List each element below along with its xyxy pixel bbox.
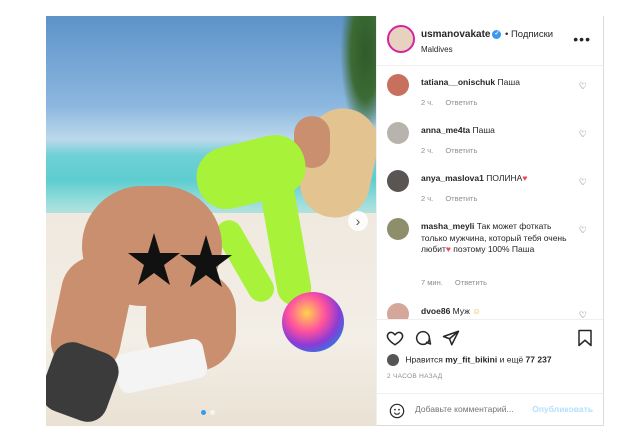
comment-avatar[interactable]: [387, 218, 409, 240]
comment-body: Муж: [452, 306, 470, 316]
reply-button[interactable]: Ответить: [445, 98, 477, 107]
heart-icon[interactable]: ♡: [579, 225, 587, 236]
comment-item: anya_maslova1 ПОЛИНА♥ 2 ч. Ответить ♡: [377, 168, 603, 216]
likes-suffix: и ещё: [499, 354, 524, 365]
comment-username[interactable]: anna_me4ta: [421, 125, 470, 135]
comment-time[interactable]: 2 ч.: [421, 194, 433, 203]
comment-item: tatiana__onischuk Паша 2 ч. Ответить ♡: [377, 72, 603, 120]
comment-meta: 2 ч. Ответить: [421, 98, 487, 107]
verified-icon: ✓: [492, 29, 502, 39]
comment-username[interactable]: tatiana__onischuk: [421, 77, 495, 87]
heart-icon[interactable]: ♡: [579, 310, 587, 319]
comment-avatar[interactable]: [387, 74, 409, 96]
comment-body: Паша: [472, 125, 495, 135]
comment-username[interactable]: dvoe86: [421, 306, 450, 316]
author-username-text[interactable]: usmanovakate: [421, 29, 490, 40]
liker-username[interactable]: my_fit_bikini: [445, 354, 497, 364]
post-details-panel: usmanovakate ✓ • Подписки Maldives ••• ta…: [376, 16, 604, 426]
comment-meta: 2 ч. Ответить: [421, 146, 487, 155]
author-avatar[interactable]: [387, 25, 415, 53]
heart-emoji-icon: ♥: [522, 173, 528, 183]
more-icon[interactable]: •••: [573, 32, 591, 46]
comment-input[interactable]: [415, 404, 535, 414]
comment-text: tatiana__onischuk Паша: [421, 77, 571, 89]
comment-avatar[interactable]: [387, 303, 409, 319]
comment-icon[interactable]: [413, 328, 433, 348]
heart-icon[interactable]: ♡: [579, 81, 587, 92]
follow-status[interactable]: • Подписки: [505, 29, 553, 40]
carousel-dot: [201, 410, 206, 415]
emoji-icon[interactable]: [389, 403, 405, 419]
post-time[interactable]: 2 ЧАСОВ НАЗАД: [387, 373, 442, 380]
post-location[interactable]: Maldives: [421, 45, 453, 54]
author-username[interactable]: usmanovakate ✓: [421, 29, 502, 40]
likes-prefix: Нравится: [405, 354, 443, 365]
comment-time[interactable]: 7 мин.: [421, 278, 443, 287]
reply-button[interactable]: Ответить: [445, 194, 477, 203]
reply-button[interactable]: Ответить: [455, 278, 487, 287]
carousel-dots: [201, 410, 215, 415]
photo-ball: [282, 292, 344, 352]
liker-avatar[interactable]: [387, 354, 399, 366]
comment-text: anya_maslova1 ПОЛИНА♥: [421, 173, 571, 185]
post-header: usmanovakate ✓ • Подписки Maldives •••: [377, 16, 603, 66]
reply-button[interactable]: Ответить: [445, 146, 477, 155]
comment-username[interactable]: masha_meyli: [421, 221, 474, 231]
censor-stars: [128, 233, 232, 287]
add-comment-bar: Опубликовать: [377, 393, 603, 426]
comment-text: dvoe86 Муж ☺: [421, 306, 571, 318]
comment-item: anna_me4ta Паша 2 ч. Ответить ♡: [377, 120, 603, 168]
comments-list[interactable]: tatiana__onischuk Паша 2 ч. Ответить ♡ a…: [377, 67, 603, 319]
chevron-right-icon[interactable]: ›: [348, 211, 368, 231]
comment-time[interactable]: 2 ч.: [421, 98, 433, 107]
comment-username[interactable]: anya_maslova1: [421, 173, 484, 183]
heart-icon[interactable]: ♡: [579, 129, 587, 140]
laugh-emoji-icon: ☺: [472, 306, 481, 316]
bookmark-icon[interactable]: [575, 328, 595, 348]
comment-meta: 2 ч. Ответить: [421, 194, 487, 203]
heart-icon[interactable]: [385, 328, 405, 348]
likes-summary: Нравится my_fit_bikini и ещё 77 237: [387, 354, 552, 366]
comment-text: anna_me4ta Паша: [421, 125, 571, 137]
comment-body: ПОЛИНА: [486, 173, 523, 183]
star-icon: [128, 233, 180, 285]
likes-count[interactable]: 77 237: [526, 354, 552, 364]
post-comment-button[interactable]: Опубликовать: [532, 404, 593, 414]
comment-avatar[interactable]: [387, 122, 409, 144]
heart-icon[interactable]: ♡: [579, 177, 587, 188]
star-icon: [180, 235, 232, 287]
comment-body: Паша: [497, 77, 520, 87]
comment-item: dvoe86 Муж ☺ ♡: [377, 301, 603, 319]
comment-body-cont: поэтому 100% Паша: [450, 244, 535, 254]
share-icon[interactable]: [441, 328, 461, 348]
comment-avatar[interactable]: [387, 170, 409, 192]
comment-text: masha_meyli Так может фоткать только муж…: [421, 221, 571, 256]
comment-time[interactable]: 2 ч.: [421, 146, 433, 155]
comment-meta: 7 мин. Ответить: [421, 278, 497, 287]
post-actions: [377, 319, 603, 355]
comment-item: masha_meyli Так может фоткать только муж…: [377, 216, 603, 296]
post-photo[interactable]: [46, 16, 376, 426]
carousel-dot: [210, 410, 215, 415]
